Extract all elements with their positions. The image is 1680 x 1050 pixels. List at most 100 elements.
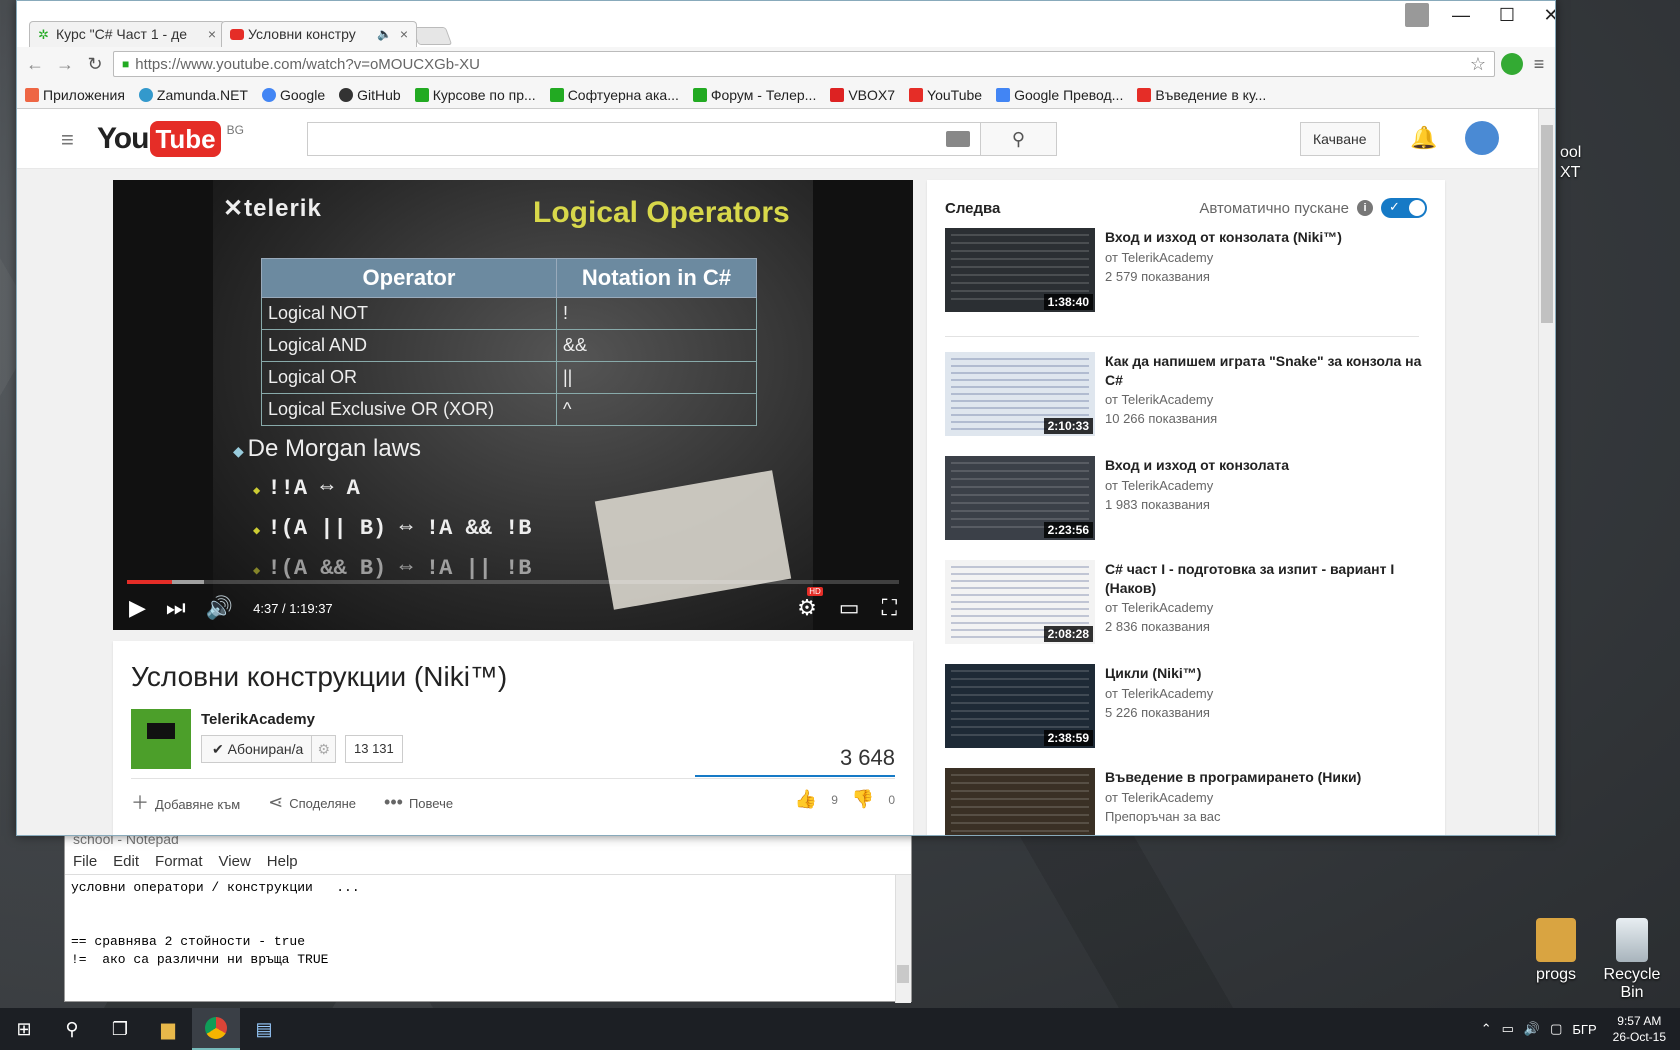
bookmark-courses[interactable]: Курсове по пр...	[414, 87, 536, 103]
task-view-button[interactable]: ❐	[96, 1008, 144, 1050]
page-scrollbar[interactable]	[1538, 109, 1555, 835]
menu-view[interactable]: View	[219, 853, 251, 870]
search-button[interactable]: ⚲	[980, 123, 1056, 155]
taskbar-notepad[interactable]: ▤	[240, 1008, 288, 1050]
bookmark-academy[interactable]: Софтуерна ака...	[549, 87, 679, 103]
video-thumbnail[interactable]: 1:38:40	[945, 228, 1095, 312]
related-video-title[interactable]: C# част I - подготовка за изпит - вариан…	[1105, 560, 1427, 598]
tab-course[interactable]: ✲ Курс "C# Част 1 - де ×	[29, 21, 225, 47]
back-icon[interactable]: ←	[23, 54, 47, 75]
menu-file[interactable]: File	[73, 853, 97, 870]
subscribe-button[interactable]: ✔ Абониран/а ⚙	[201, 735, 337, 763]
related-video[interactable]: 1:38:40 Вход и изход от конзолата (Niki™…	[945, 228, 1427, 314]
slide-brand: ✕telerik	[223, 195, 322, 222]
related-video[interactable]: 2:38:59 Цикли (Niki™) от TelerikAcademy …	[945, 664, 1427, 750]
autoplay-toggle[interactable]: ✓	[1381, 198, 1427, 218]
next-icon[interactable]: ⏭	[166, 595, 186, 621]
chrome-menu-icon[interactable]: ≡	[1529, 54, 1549, 75]
related-video[interactable]: 2:10:33 Как да напишем играта "Snake" за…	[945, 352, 1427, 438]
forward-icon[interactable]: →	[53, 54, 77, 75]
bookmark-intro[interactable]: Въведение в ку...	[1137, 87, 1266, 103]
play-icon[interactable]: ▶	[129, 595, 146, 621]
related-video-title[interactable]: Цикли (Niki™)	[1105, 664, 1427, 683]
scrollbar-thumb[interactable]	[1541, 125, 1553, 323]
volume-icon[interactable]: 🔊	[1524, 1021, 1540, 1037]
reload-icon[interactable]: ↻	[83, 54, 107, 75]
more-button[interactable]: ••• Повече	[384, 792, 453, 813]
channel-logo[interactable]	[131, 709, 191, 769]
volume-icon[interactable]: 🔊	[206, 595, 233, 621]
bookmark-google-translate[interactable]: Google Превод...	[996, 87, 1123, 103]
guide-menu-icon[interactable]: ≡	[61, 127, 74, 153]
video-title: Условни конструкции (Niki™)	[131, 661, 508, 692]
menu-edit[interactable]: Edit	[113, 853, 139, 870]
bookmark-star-icon[interactable]: ☆	[1470, 54, 1486, 75]
bookmark-github[interactable]: GitHub	[339, 87, 401, 103]
start-button[interactable]: ⊞	[0, 1008, 48, 1050]
video-thumbnail[interactable]: 2:38:59	[945, 664, 1095, 748]
video-player[interactable]: ✕telerik Logical Operators Operator Nota…	[113, 180, 913, 630]
menu-help[interactable]: Help	[267, 853, 298, 870]
bookmark-forum[interactable]: Форум - Телер...	[692, 87, 816, 103]
bookmark-apps[interactable]: Приложения	[25, 87, 125, 103]
new-tab-button[interactable]	[411, 27, 453, 45]
profile-icon[interactable]	[1405, 3, 1429, 27]
like-icon[interactable]: 👍	[795, 789, 817, 810]
fullscreen-icon[interactable]: ⛶	[882, 595, 897, 621]
action-center-icon[interactable]: ▢	[1550, 1021, 1562, 1037]
info-icon[interactable]: i	[1357, 200, 1373, 216]
menu-format[interactable]: Format	[155, 853, 203, 870]
notepad-scrollbar[interactable]	[895, 875, 911, 1003]
related-video-title[interactable]: Вход и изход от конзолата (Niki™)	[1105, 228, 1427, 247]
language-indicator[interactable]: БГР	[1572, 1022, 1596, 1037]
video-thumbnail[interactable]: 2:08:28	[945, 560, 1095, 644]
youtube-logo[interactable]: You Tube BG	[97, 121, 244, 157]
tab-label: Курс "C# Част 1 - де	[56, 26, 188, 42]
video-thumbnail[interactable]	[945, 768, 1095, 835]
address-bar[interactable]: ■ https://www.youtube.com/watch?v=oMOUCX…	[113, 51, 1495, 77]
desktop-icon-recycle-bin[interactable]: Recycle Bin	[1592, 918, 1672, 1002]
related-video-title[interactable]: Въведение в програмирането (Ники)	[1105, 768, 1427, 787]
upload-button[interactable]: Качване	[1300, 122, 1380, 156]
progress-bar[interactable]	[127, 580, 899, 584]
scrollbar-thumb[interactable]	[897, 965, 909, 983]
search-button[interactable]: ⚲	[48, 1008, 96, 1050]
related-video[interactable]: 2:08:28 C# част I - подготовка за изпит …	[945, 560, 1427, 646]
close-button[interactable]: ✕	[1531, 5, 1555, 26]
bookmark-youtube[interactable]: YouTube	[909, 87, 982, 103]
related-video[interactable]: Въведение в програмирането (Ники) от Tel…	[945, 768, 1427, 835]
related-video-title[interactable]: Как да напишем играта "Snake" за конзола…	[1105, 352, 1427, 390]
maximize-button[interactable]: ☐	[1487, 5, 1527, 26]
bookmark-zamunda[interactable]: Zamunda.NET	[138, 87, 248, 103]
related-video[interactable]: 2:23:56 Вход и изход от конзолата от Tel…	[945, 456, 1427, 542]
taskbar-chrome[interactable]	[192, 1008, 240, 1050]
chevron-up-icon[interactable]: ⌃	[1481, 1021, 1492, 1037]
taskbar-file-explorer[interactable]: ▆	[144, 1008, 192, 1050]
clock[interactable]: 9:57 AM 26-Oct-15	[1607, 1013, 1672, 1045]
related-video-title[interactable]: Вход и изход от конзолата	[1105, 456, 1427, 475]
extension-icon[interactable]	[1501, 53, 1523, 75]
tab-close-icon[interactable]: ×	[400, 26, 408, 42]
notification-settings-icon[interactable]: ⚙	[311, 736, 335, 762]
settings-gear-icon[interactable]: ⚙ HD	[797, 587, 823, 621]
video-thumbnail[interactable]: 2:10:33	[945, 352, 1095, 436]
avatar[interactable]	[1465, 121, 1499, 155]
bookmark-google[interactable]: Google	[261, 87, 325, 103]
channel-name[interactable]: TelerikAcademy	[201, 711, 315, 728]
bell-icon[interactable]: 🔔	[1410, 125, 1437, 151]
minimize-button[interactable]: —	[1441, 5, 1481, 26]
keyboard-icon[interactable]	[946, 131, 970, 147]
desktop-icon-progs[interactable]: progs	[1516, 918, 1596, 984]
notepad-text-area[interactable]: условни оператори / конструкции ... == с…	[65, 875, 911, 1003]
share-button[interactable]: ⋖ Споделяне	[268, 792, 356, 813]
add-to-button[interactable]: ＋ Добавяне към	[131, 789, 240, 815]
network-icon[interactable]: ▭	[1502, 1021, 1514, 1037]
search-input[interactable]: ⚲	[307, 122, 1057, 156]
bookmark-vbox7[interactable]: VBOX7	[830, 87, 895, 103]
tab-close-icon[interactable]: ×	[208, 26, 216, 42]
video-thumbnail[interactable]: 2:23:56	[945, 456, 1095, 540]
theater-mode-icon[interactable]: ▭	[839, 595, 860, 621]
dislike-icon[interactable]: 👎	[852, 789, 874, 810]
tab-youtube[interactable]: Условни констру 🔈 ×	[221, 21, 417, 47]
chrome-icon	[205, 1017, 227, 1039]
